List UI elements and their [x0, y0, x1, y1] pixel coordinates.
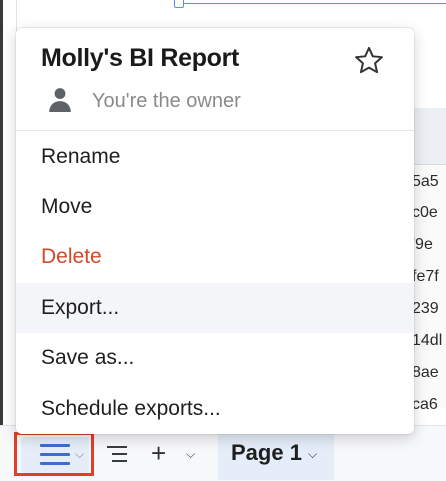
table-cell: 239: [412, 300, 439, 317]
report-title: Molly's BI Report: [41, 44, 240, 72]
highlight-box: [14, 432, 94, 476]
divider: [16, 130, 414, 131]
left-rail: [0, 0, 3, 480]
table-cell: 14dl: [412, 332, 443, 349]
plus-icon[interactable]: +: [151, 440, 166, 466]
table-cell: 8ae: [412, 364, 439, 381]
star-icon[interactable]: [352, 44, 386, 78]
menu-item-label: Save as...: [41, 346, 135, 369]
menu-item-schedule-exports[interactable]: Schedule exports...: [16, 384, 414, 430]
selected-visual-outline[interactable]: [178, 0, 446, 4]
table-cell: 5a5: [412, 173, 439, 190]
chevron-down-icon[interactable]: ⌵: [186, 447, 195, 462]
page-tab-label: Page 1: [231, 440, 302, 465]
menu-item-delete[interactable]: Delete: [16, 232, 414, 282]
menu-item-rename[interactable]: Rename: [16, 132, 414, 182]
menu-item-label: Schedule exports...: [41, 397, 221, 420]
table-cell: ca6: [412, 396, 438, 413]
owner-label: You're the owner: [92, 90, 241, 112]
menu-item-label: Export...: [41, 296, 120, 319]
resize-handle[interactable]: [174, 0, 184, 8]
table-cell: '9e: [412, 236, 433, 253]
menu-item-export[interactable]: Export...: [16, 283, 414, 333]
person-icon: [49, 88, 71, 112]
chevron-down-icon[interactable]: ⌵: [308, 447, 317, 462]
menu-item-label: Delete: [41, 245, 102, 268]
menu-item-label: Move: [41, 195, 93, 218]
table-cell: c0e: [412, 204, 438, 221]
menu-item-save-as[interactable]: Save as...: [16, 333, 414, 383]
table-cell: fe7f: [412, 268, 439, 285]
menu-item-move[interactable]: Move: [16, 182, 414, 232]
list-icon[interactable]: [107, 443, 127, 465]
menu-item-label: Rename: [41, 145, 121, 168]
